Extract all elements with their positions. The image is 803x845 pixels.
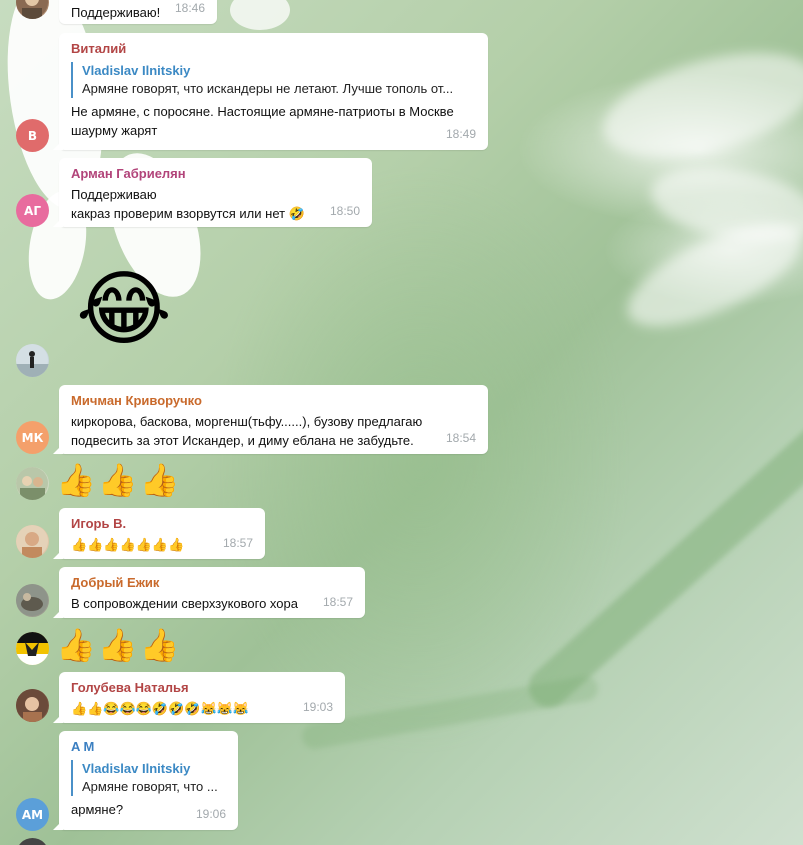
message-time: 18:46 <box>174 1 205 15</box>
message-bubble[interactable]: Голубева Наталья 👍👍😂😂😂🤣🤣🤣😹😹😹 19:03 <box>59 672 345 723</box>
message-bubble[interactable]: Игорь В. 👍👍👍👍👍👍👍 18:57 <box>59 508 265 559</box>
sender-name[interactable]: Добрый Ежик <box>71 574 353 592</box>
sender-name[interactable]: A M <box>71 738 226 756</box>
emoji-text: 👍👍👍 <box>56 626 182 664</box>
message-time: 19:03 <box>302 700 333 714</box>
reply-text: Армяне говорят, что искандеры не летают.… <box>82 81 454 96</box>
avatar[interactable] <box>16 467 49 500</box>
avatar[interactable] <box>16 344 49 377</box>
avatar[interactable] <box>16 838 49 845</box>
avatar[interactable] <box>16 689 49 722</box>
message-bubble[interactable]: Поддерживаю! 18:46 <box>59 0 217 24</box>
message-text: 👍👍😂😂😂🤣🤣🤣😹😹😹 <box>71 701 250 716</box>
message-text: Поддерживаю какраз проверим взорвутся ил… <box>71 187 305 221</box>
sticker[interactable]: 😂 <box>76 260 186 360</box>
sender-name[interactable]: Виталий <box>71 40 476 58</box>
reply-sender: Vladislav Ilnitskiy <box>82 761 191 776</box>
avatar-initials: АГ <box>24 203 41 218</box>
message-text: Поддерживаю! <box>71 5 161 20</box>
avatar[interactable] <box>16 584 49 617</box>
avatar[interactable]: AM <box>16 798 49 831</box>
message-text: Не армяне, с поросяне. Настоящие армяне-… <box>71 104 454 138</box>
reply-text: Армяне говорят, что ... <box>82 779 218 794</box>
avatar-initials: AM <box>21 807 44 822</box>
message-time: 18:54 <box>445 431 476 445</box>
reply-quote[interactable]: Vladislav Ilnitskiy Армяне говорят, что … <box>71 62 476 98</box>
message-bubble[interactable]: Мичман Криворучко киркорова, баскова, мо… <box>59 385 488 454</box>
avatar[interactable]: МК <box>16 421 49 454</box>
message-time: 18:50 <box>329 204 360 218</box>
message-bubble[interactable]: A M Vladislav Ilnitskiy Армяне говорят, … <box>59 731 238 830</box>
message-bubble[interactable]: Виталий Vladislav Ilnitskiy Армяне говор… <box>59 33 488 150</box>
emoji-message[interactable]: 👍👍👍 <box>56 460 182 500</box>
avatar-initials: МК <box>21 430 44 445</box>
message-bubble[interactable]: Арман Габриелян Поддерживаю какраз прове… <box>59 158 372 227</box>
sender-name[interactable]: Мичман Криворучко <box>71 392 476 410</box>
message-text: киркорова, баскова, моргенш(тьфу......),… <box>71 414 423 448</box>
emoji-message[interactable]: 👍👍👍 <box>56 625 182 665</box>
message-bubble[interactable]: Добрый Ежик В сопровождении сверхзуковог… <box>59 567 365 618</box>
sender-name[interactable]: Арман Габриелян <box>71 165 360 183</box>
emoji-text: 👍👍👍 <box>56 461 182 499</box>
message-time: 18:57 <box>322 595 353 609</box>
sticker-emoji: 😂 <box>76 262 172 357</box>
reply-quote[interactable]: Vladislav Ilnitskiy Армяне говорят, что … <box>71 760 226 796</box>
avatar[interactable] <box>16 0 49 19</box>
avatar-initials: В <box>27 128 38 143</box>
message-time: 18:49 <box>445 127 476 141</box>
avatar[interactable]: АГ <box>16 194 49 227</box>
message-time: 19:06 <box>195 807 226 821</box>
avatar[interactable]: В <box>16 119 49 152</box>
sender-name[interactable]: Голубева Наталья <box>71 679 333 697</box>
avatar[interactable] <box>16 632 49 665</box>
sender-name[interactable]: Игорь В. <box>71 515 253 533</box>
message-text: В сопровождении сверхзукового хора <box>71 596 298 611</box>
message-time: 18:57 <box>222 536 253 550</box>
reply-sender: Vladislav Ilnitskiy <box>82 63 191 78</box>
avatar[interactable] <box>16 525 49 558</box>
